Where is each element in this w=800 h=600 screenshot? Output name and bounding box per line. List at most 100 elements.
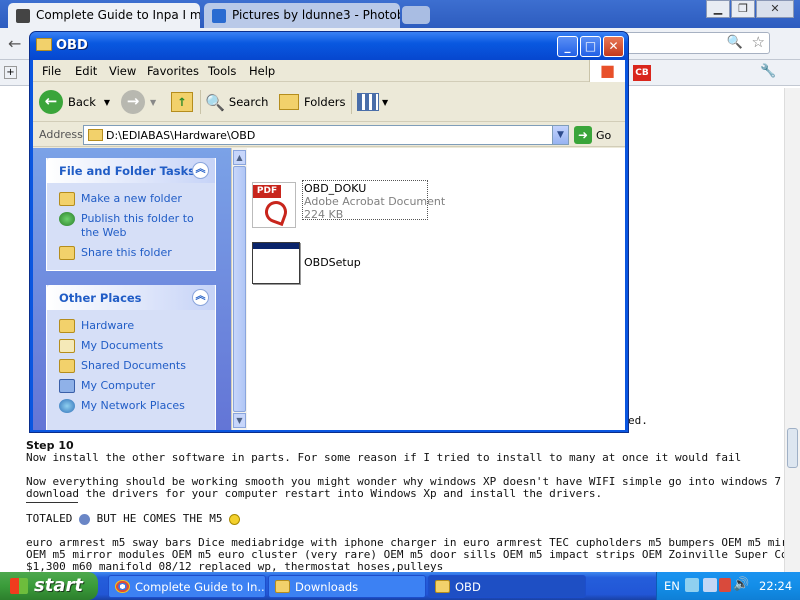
sad-emoticon-icon: [78, 513, 90, 525]
scrollbar-thumb[interactable]: [787, 428, 798, 468]
menu-file[interactable]: File: [42, 64, 61, 78]
taskbar-button-obd[interactable]: OBD: [428, 575, 586, 598]
scroll-down-icon[interactable]: ▼: [233, 413, 246, 428]
task-label: Make a new folder: [81, 192, 182, 205]
task-label: Share this folder: [81, 246, 172, 259]
taskbar-button-downloads[interactable]: Downloads: [268, 575, 426, 598]
place-label: My Computer: [81, 379, 156, 392]
address-label: Address: [39, 128, 83, 141]
panel-header[interactable]: Other Places ︽: [47, 285, 215, 310]
browser-tab-label: Complete Guide to Inpa I me: [36, 8, 200, 22]
folder-icon: [88, 129, 103, 141]
volume-icon[interactable]: 🔊: [733, 577, 749, 592]
divider: [26, 502, 78, 503]
new-folder-icon: [59, 192, 75, 206]
taskbar-button-label: Complete Guide to In...: [135, 580, 266, 594]
window-title: OBD: [56, 38, 88, 53]
collapse-chevron-icon[interactable]: ︽: [192, 289, 209, 306]
views-button[interactable]: ▼: [357, 88, 388, 116]
place-my-computer[interactable]: My Computer: [47, 379, 215, 393]
collapse-chevron-icon[interactable]: ︽: [192, 162, 209, 179]
folders-button[interactable]: Folders: [279, 88, 346, 116]
go-button[interactable]: ➜ Go: [574, 126, 611, 144]
zoom-icon[interactable]: 🔍: [727, 35, 743, 50]
task-pane-scrollbar[interactable]: ▲ ▼: [231, 148, 247, 430]
place-hardware[interactable]: Hardware: [47, 319, 215, 333]
folder-icon: [275, 580, 290, 593]
address-path: D:\EDIABAS\Hardware\OBD: [106, 129, 256, 142]
new-tab-button[interactable]: [402, 6, 430, 24]
forward-button[interactable]: → ▼: [121, 88, 156, 116]
task-pane: File and Folder Tasks ︽ Make a new folde…: [33, 148, 231, 430]
folder-icon: [435, 580, 450, 593]
chevron-down-icon[interactable]: ▼: [104, 98, 110, 107]
task-publish-web[interactable]: Publish this folder to the Web: [47, 212, 215, 240]
task-label: Publish this folder to the Web: [81, 212, 194, 239]
wrench-icon[interactable]: 🔧: [760, 64, 776, 79]
file-list: PDF OBD_DOKU Adobe Acrobat Document 224 …: [247, 148, 625, 430]
views-icon: [357, 93, 379, 111]
taskbar-button-chrome[interactable]: Complete Guide to In...: [108, 575, 266, 598]
windows-flag-icon: [10, 578, 28, 594]
network-icon: [59, 399, 75, 413]
up-folder-button[interactable]: ↑: [171, 88, 193, 116]
task-new-folder[interactable]: Make a new folder: [47, 192, 215, 206]
explorer-titlebar[interactable]: OBD _ □ ✕: [30, 32, 628, 60]
close-button[interactable]: ✕: [603, 36, 624, 57]
cb-extension-icon[interactable]: CB: [633, 65, 651, 81]
minimize-icon[interactable]: ▁: [706, 0, 730, 18]
file-name: OBDSetup: [304, 256, 361, 269]
menu-tools[interactable]: Tools: [208, 64, 236, 78]
chrome-icon: [115, 580, 130, 593]
place-network[interactable]: My Network Places: [47, 399, 215, 413]
network-tray-icon[interactable]: [685, 578, 699, 592]
panel-header[interactable]: File and Folder Tasks ︽: [47, 158, 215, 183]
scroll-up-icon[interactable]: ▲: [233, 150, 246, 165]
browser-tab-pictures[interactable]: Pictures by ldunne3 - Photob: [204, 3, 400, 28]
place-my-documents[interactable]: My Documents: [47, 339, 215, 353]
browser-tab-guide[interactable]: Complete Guide to Inpa I me: [8, 3, 200, 28]
security-tray-icon[interactable]: [719, 578, 731, 592]
back-button[interactable]: ← Back ▼: [39, 88, 110, 116]
start-button[interactable]: start: [0, 572, 98, 600]
maximize-icon[interactable]: ❐: [731, 0, 755, 18]
smile-emoticon-icon: [229, 513, 241, 525]
task-share-folder[interactable]: Share this folder: [47, 246, 215, 260]
address-bar: Address D:\EDIABAS\Hardware\OBD ▼ ➜ Go: [33, 123, 625, 147]
monitor-tray-icon[interactable]: [703, 578, 717, 592]
place-shared-documents[interactable]: Shared Documents: [47, 359, 215, 373]
go-arrow-icon: ➜: [574, 126, 592, 144]
go-label: Go: [596, 128, 612, 142]
shared-folder-icon: [59, 359, 75, 373]
file-folder-tasks-panel: File and Folder Tasks ︽ Make a new folde…: [46, 158, 216, 271]
search-icon: 🔍: [205, 92, 225, 112]
search-button[interactable]: 🔍 Search: [205, 88, 268, 116]
close-icon[interactable]: ✕: [756, 0, 794, 18]
totaled-line: TOTALED BUT HE COMES THE M5: [26, 512, 241, 525]
menu-view[interactable]: View: [109, 64, 136, 78]
folders-label: Folders: [304, 95, 346, 109]
file-type: Adobe Acrobat Document: [304, 195, 446, 208]
system-tray: EN 🔊 22:24: [656, 572, 800, 600]
forward-arrow-icon: →: [121, 90, 145, 114]
chevron-down-icon[interactable]: ▼: [150, 98, 156, 107]
menu-favorites[interactable]: Favorites: [147, 64, 199, 78]
minimize-button[interactable]: _: [557, 36, 578, 57]
up-folder-icon: ↑: [171, 92, 193, 112]
chevron-down-icon[interactable]: ▼: [552, 126, 568, 144]
explorer-window: OBD _ □ ✕ File Edit View Favorites Tools…: [29, 31, 629, 433]
add-icon[interactable]: +: [4, 66, 17, 79]
page-line: ed.: [628, 414, 648, 427]
scrollbar-thumb[interactable]: [233, 166, 246, 412]
menu-edit[interactable]: Edit: [75, 64, 97, 78]
chevron-down-icon[interactable]: ▼: [382, 98, 388, 107]
toolbar-separator: [200, 90, 201, 114]
address-input[interactable]: D:\EDIABAS\Hardware\OBD ▼: [83, 125, 569, 145]
page-scrollbar[interactable]: [784, 88, 800, 572]
maximize-button[interactable]: □: [580, 36, 601, 57]
bookmark-star-icon[interactable]: ☆: [752, 33, 765, 51]
menu-help[interactable]: Help: [249, 64, 275, 78]
back-arrow-icon[interactable]: ←: [8, 34, 21, 53]
share-folder-icon: [59, 246, 75, 260]
language-indicator[interactable]: EN: [664, 579, 680, 593]
